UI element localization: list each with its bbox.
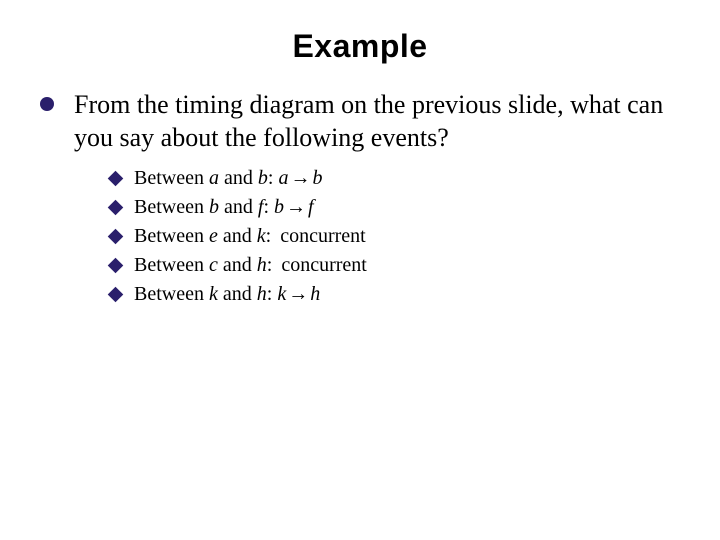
sub-mid: and xyxy=(219,167,258,189)
sub-rel-rhs: f xyxy=(308,196,314,218)
sub-mid: and xyxy=(218,283,257,305)
sub-var-y: b xyxy=(258,167,268,189)
sub-var-x: b xyxy=(209,196,219,218)
sub-rel-lhs: k xyxy=(277,283,286,305)
bullet-diamond-icon xyxy=(108,258,124,274)
list-item: Between e and k: concurrent xyxy=(74,222,680,251)
sub-var-y: k xyxy=(257,225,266,247)
sub-sep: : xyxy=(268,167,279,189)
sub-rel-lhs: a xyxy=(278,167,288,189)
arrow-icon: → xyxy=(288,167,312,189)
list-item: Between b and f: b→f xyxy=(74,193,680,222)
sub-var-y: h xyxy=(257,254,267,276)
sub-mid: and xyxy=(218,225,257,247)
bullet-diamond-icon xyxy=(108,287,124,303)
sub-sep: : xyxy=(267,254,278,276)
sub-var-y: h xyxy=(257,283,267,305)
sub-rel-lhs: b xyxy=(274,196,284,218)
sub-sep: : xyxy=(267,283,278,305)
sub-var-x: c xyxy=(209,254,218,276)
main-item-text: From the timing diagram on the previous … xyxy=(74,90,663,152)
sub-mid: and xyxy=(218,254,257,276)
sub-tail: concurrent xyxy=(281,254,367,276)
slide-title: Example xyxy=(40,28,680,65)
sub-list: Between a and b: a→b Between b and f: b→… xyxy=(74,164,680,309)
bullet-diamond-icon xyxy=(108,229,124,245)
bullet-circle-icon xyxy=(40,97,54,111)
sub-prefix: Between xyxy=(134,283,209,305)
arrow-icon: → xyxy=(286,283,310,305)
sub-prefix: Between xyxy=(134,225,209,247)
sub-sep: : xyxy=(266,225,277,247)
sub-tail: concurrent xyxy=(280,225,366,247)
list-item: Between c and h: concurrent xyxy=(74,251,680,280)
sub-rel-rhs: h xyxy=(310,283,320,305)
sub-var-x: k xyxy=(209,283,218,305)
slide: Example From the timing diagram on the p… xyxy=(0,0,720,359)
arrow-icon: → xyxy=(284,196,308,218)
sub-prefix: Between xyxy=(134,196,209,218)
sub-sep: : xyxy=(263,196,274,218)
bullet-diamond-icon xyxy=(108,171,124,187)
sub-mid: and xyxy=(219,196,258,218)
sub-rel-rhs: b xyxy=(312,167,322,189)
bullet-diamond-icon xyxy=(108,200,124,216)
main-item: From the timing diagram on the previous … xyxy=(40,89,680,309)
main-list: From the timing diagram on the previous … xyxy=(40,89,680,309)
list-item: Between k and h: k→h xyxy=(74,280,680,309)
sub-var-x: e xyxy=(209,225,218,247)
sub-prefix: Between xyxy=(134,167,209,189)
sub-var-x: a xyxy=(209,167,219,189)
sub-prefix: Between xyxy=(134,254,209,276)
list-item: Between a and b: a→b xyxy=(74,164,680,193)
